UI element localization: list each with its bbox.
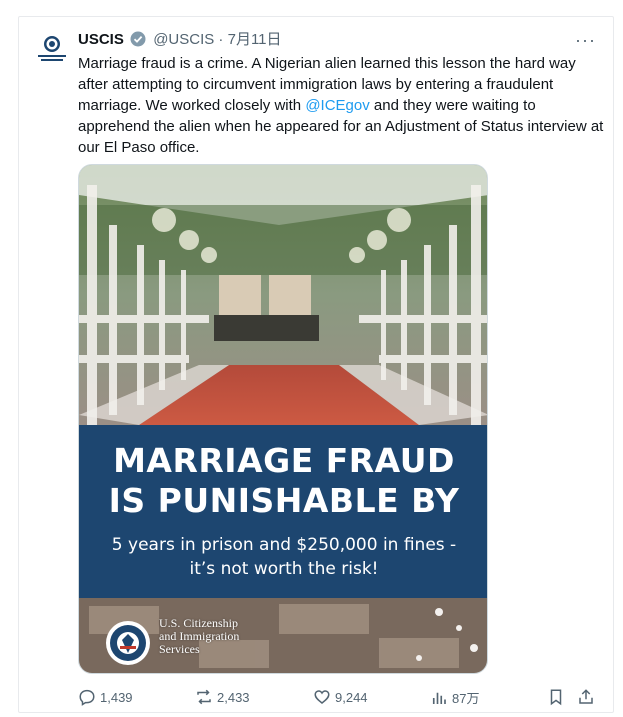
account-name[interactable]: USCIS [78, 31, 124, 48]
share-button[interactable] [577, 688, 599, 706]
tweet-header: USCIS @USCIS · 7月11日 [78, 31, 282, 48]
headline-line-2: IS PUNISHABLE BY [108, 481, 460, 520]
bookmark-button[interactable] [547, 688, 569, 706]
banner-subtext: 5 years in prison and $250,000 in fines … [79, 533, 487, 581]
account-handle[interactable]: @USCIS [153, 31, 214, 48]
repost-button[interactable]: 2,433 [195, 688, 250, 706]
wedding-aisle-photo [79, 165, 487, 425]
headline-line-1: MARRIAGE FRAUD [113, 441, 455, 480]
marriage-fraud-banner: MARRIAGE FRAUD IS PUNISHABLE BY 5 years … [79, 425, 487, 598]
tweet-text: Marriage fraud is a crime. A Nigerian al… [78, 53, 606, 158]
share-icon [579, 689, 593, 704]
reply-button[interactable]: 1,439 [78, 688, 133, 706]
subtext-line-2: it’s not worth the risk! [189, 559, 379, 579]
repost-icon [197, 689, 211, 705]
mention-link[interactable]: @ICEgov [305, 97, 369, 114]
uscis-wordmark: U.S. Citizenship and Immigration Service… [159, 617, 239, 656]
tweet-actions-bar: 1,439 2,433 9,244 87万 [0, 688, 623, 710]
like-count: 9,244 [335, 689, 368, 705]
repost-count: 2,433 [217, 689, 250, 705]
like-button[interactable]: 9,244 [313, 688, 368, 706]
tweet-date[interactable]: 7月11日 [228, 31, 282, 48]
subtext-line-1: 5 years in prison and $250,000 in fines … [111, 535, 457, 555]
like-icon [314, 690, 330, 704]
banner-headline: MARRIAGE FRAUD IS PUNISHABLE BY [79, 441, 487, 521]
reply-icon [79, 689, 95, 706]
uscis-seal-icon[interactable] [34, 32, 70, 68]
views-button[interactable]: 87万 [430, 688, 479, 707]
more-icon[interactable]: ··· [575, 30, 596, 51]
reply-count: 1,439 [100, 689, 133, 705]
dhs-seal-icon [106, 621, 150, 665]
views-icon [432, 692, 446, 704]
views-count: 87万 [452, 691, 480, 706]
agency-line-3: Services [159, 642, 200, 656]
tweet-media-image[interactable]: MARRIAGE FRAUD IS PUNISHABLE BY 5 years … [78, 164, 488, 674]
verified-badge-icon [130, 31, 146, 47]
bookmark-icon [550, 689, 562, 706]
